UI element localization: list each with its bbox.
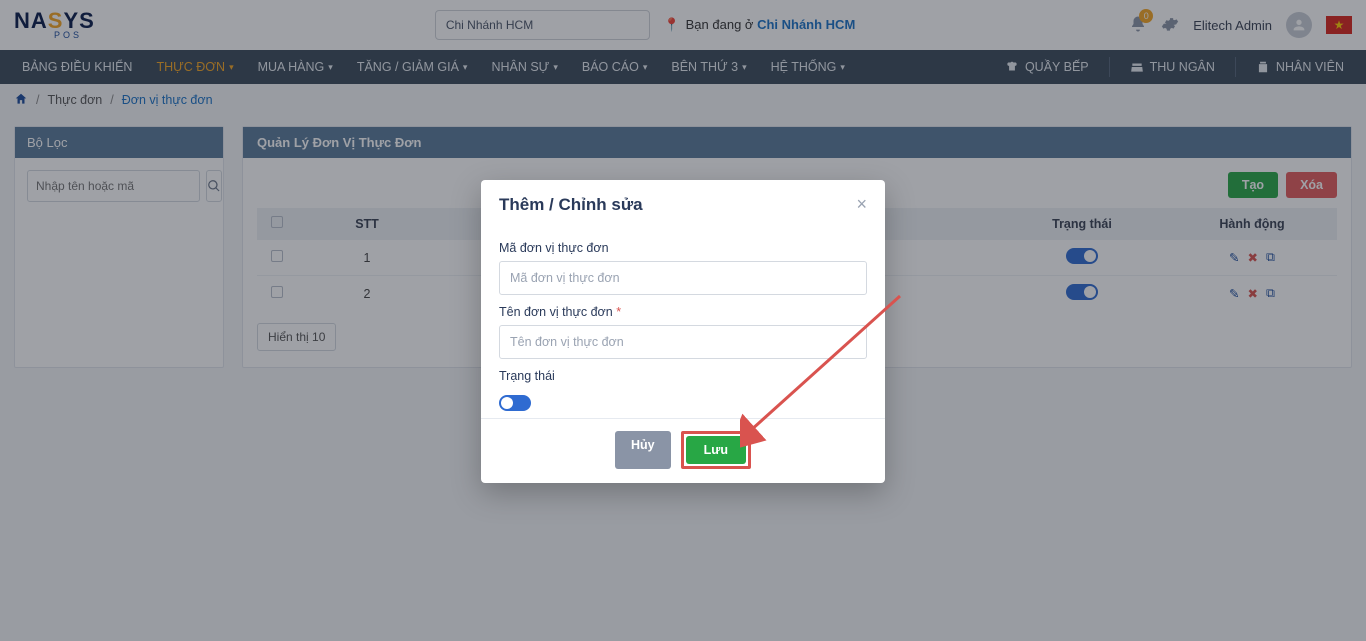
close-icon[interactable]: × bbox=[856, 194, 867, 215]
code-input[interactable] bbox=[499, 261, 867, 295]
cancel-button[interactable]: Hủy bbox=[615, 431, 671, 469]
status-toggle[interactable] bbox=[499, 395, 531, 411]
save-button[interactable]: Lưu bbox=[686, 436, 746, 464]
code-label: Mã đơn vị thực đơn bbox=[499, 241, 867, 255]
save-button-highlight: Lưu bbox=[681, 431, 751, 469]
status-label: Trạng thái bbox=[499, 369, 867, 383]
modal-overlay: Thêm / Chỉnh sửa × Mã đơn vị thực đơn Tê… bbox=[0, 0, 1366, 641]
edit-modal: Thêm / Chỉnh sửa × Mã đơn vị thực đơn Tê… bbox=[481, 180, 885, 483]
name-label: Tên đơn vị thực đơn * bbox=[499, 305, 867, 319]
modal-title: Thêm / Chỉnh sửa bbox=[499, 195, 643, 215]
name-input[interactable] bbox=[499, 325, 867, 359]
